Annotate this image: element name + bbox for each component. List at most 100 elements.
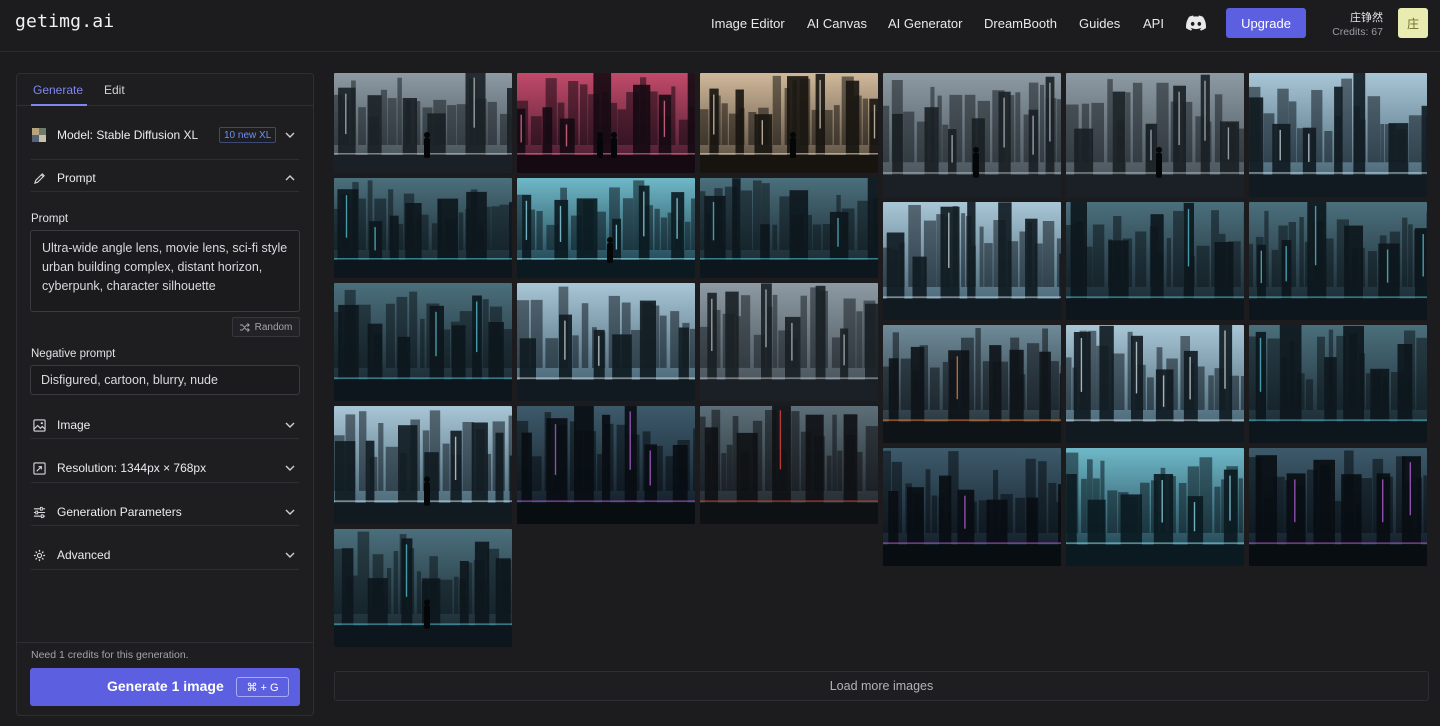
shuffle-icon [239,322,250,332]
image-thumbnail [334,283,512,401]
panel-tabs: Generate Edit [17,74,313,106]
tab-edit[interactable]: Edit [104,83,125,97]
image-thumbnail [1249,325,1427,443]
nav-ai-generator[interactable]: AI Generator [888,16,962,31]
gallery-image[interactable] [334,529,512,647]
advanced-section-toggle[interactable]: Advanced [31,543,299,567]
image-thumbnail [1066,202,1244,320]
resolution-section-toggle[interactable]: Resolution: 1344px × 768px [31,456,299,480]
chevron-up-icon [285,175,295,181]
image-thumbnail [1066,448,1244,566]
credits-count: Credits: 67 [1332,26,1383,38]
gallery-image[interactable] [700,178,878,278]
gallery-image[interactable] [1066,73,1244,197]
chevron-down-icon [285,132,295,138]
pencil-icon [31,170,47,186]
image-thumbnail [700,406,878,524]
chevron-down-icon [285,422,295,428]
image-thumbnail [1249,73,1427,197]
image-section-toggle[interactable]: Image [31,413,299,437]
chevron-down-icon [285,552,295,558]
nav-image-editor[interactable]: Image Editor [711,16,785,31]
gallery-image[interactable] [1066,448,1244,566]
image-thumbnail [1249,448,1427,566]
tab-generate[interactable]: Generate [33,83,83,97]
chevron-down-icon [285,509,295,515]
gallery-image[interactable] [517,178,695,278]
image-thumbnail [883,448,1061,566]
image-thumbnail [700,73,878,173]
nav-api[interactable]: API [1143,16,1164,31]
divider [31,569,299,570]
generate-label: Generate 1 image [107,678,224,694]
new-models-badge[interactable]: 10 new XL [219,127,277,143]
advanced-label: Advanced [57,548,111,562]
gallery-image[interactable] [517,73,695,173]
negative-prompt-label: Negative prompt [31,348,116,360]
random-prompt-button[interactable]: Random [232,317,300,337]
prompt-input[interactable]: Ultra-wide angle lens, movie lens, sci-f… [30,230,300,312]
generation-parameters-label: Generation Parameters [57,505,182,519]
image-icon [31,417,47,433]
gallery-image[interactable] [883,73,1061,197]
random-label: Random [254,321,293,333]
gallery-image[interactable] [334,73,512,173]
gallery-image[interactable] [1249,448,1427,566]
image-thumbnail [517,73,695,173]
image-thumbnail [883,325,1061,443]
gallery-image[interactable] [334,283,512,401]
image-thumbnail [883,73,1061,197]
image-gallery [334,73,1429,653]
gallery-image[interactable] [883,448,1061,566]
gallery-image[interactable] [1249,73,1427,197]
image-thumbnail [1249,202,1427,320]
chevron-down-icon [285,465,295,471]
prompt-section-toggle[interactable]: Prompt [31,166,299,190]
prompt-section-label: Prompt [57,171,96,185]
logo[interactable]: getimg.ai [15,11,114,32]
nav-dreambooth[interactable]: DreamBooth [984,16,1057,31]
keyboard-shortcut: ⌘ + G [236,677,289,697]
gallery-image[interactable] [1249,202,1427,320]
resolution-label: Resolution: 1344px × 768px [57,461,207,475]
logo-text: getimg.ai [15,11,115,32]
generation-parameters-toggle[interactable]: Generation Parameters [31,500,299,524]
image-thumbnail [517,406,695,524]
gallery-image[interactable] [334,178,512,278]
image-thumbnail [334,73,512,173]
divider [31,159,299,160]
model-thumbnail-icon [31,127,47,143]
image-thumbnail [517,283,695,401]
gallery-image[interactable] [883,325,1061,443]
nav-ai-canvas[interactable]: AI Canvas [807,16,867,31]
gallery-image[interactable] [1066,202,1244,320]
discord-icon[interactable] [1186,15,1206,31]
image-thumbnail [517,178,695,278]
divider [31,438,299,439]
nav-guides[interactable]: Guides [1079,16,1120,31]
image-thumbnail [334,529,512,647]
image-thumbnail [700,283,878,401]
load-more-button[interactable]: Load more images [334,671,1429,701]
image-thumbnail [700,178,878,278]
gallery-image[interactable] [883,202,1061,320]
gallery-image[interactable] [700,406,878,524]
gallery-image[interactable] [517,283,695,401]
gallery-image[interactable] [1066,325,1244,443]
negative-prompt-input[interactable] [30,365,300,395]
generate-button[interactable]: Generate 1 image ⌘ + G [30,668,300,706]
model-label: Model: Stable Diffusion XL [57,128,199,142]
sliders-icon [31,504,47,520]
active-tab-indicator [31,104,87,106]
gallery-image[interactable] [1249,325,1427,443]
gallery-image[interactable] [517,406,695,524]
gallery-image[interactable] [700,283,878,401]
image-thumbnail [334,178,512,278]
generation-panel: Generate Edit Model: Stable Diffusion XL… [16,73,314,716]
prompt-field-label: Prompt [31,213,69,225]
image-thumbnail [883,202,1061,320]
gallery-image[interactable] [700,73,878,173]
upgrade-button[interactable]: Upgrade [1226,8,1306,38]
gallery-image[interactable] [334,406,512,524]
avatar[interactable]: 庄 [1398,8,1428,38]
